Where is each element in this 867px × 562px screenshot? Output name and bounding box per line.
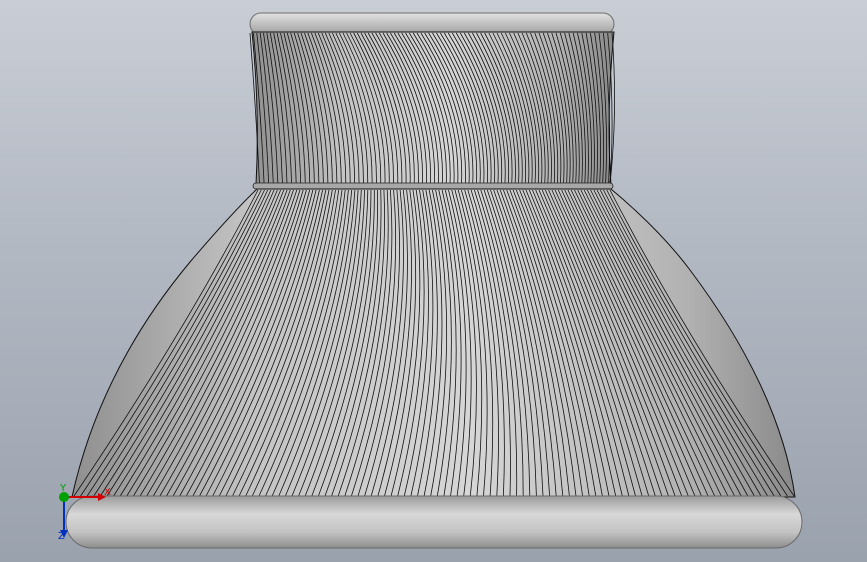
flared-body-section — [71, 188, 796, 498]
ribbed-lampshade-model[interactable] — [0, 0, 867, 562]
triad-x-label: X — [104, 487, 111, 498]
triad-y-label: Y — [60, 483, 67, 494]
collar-ring — [252, 182, 614, 190]
base-ring — [65, 495, 803, 549]
orientation-triad: X Y Z — [52, 484, 112, 544]
triad-z-label: Z — [58, 531, 65, 542]
graphics-viewport[interactable]: X Y Z — [0, 0, 867, 562]
